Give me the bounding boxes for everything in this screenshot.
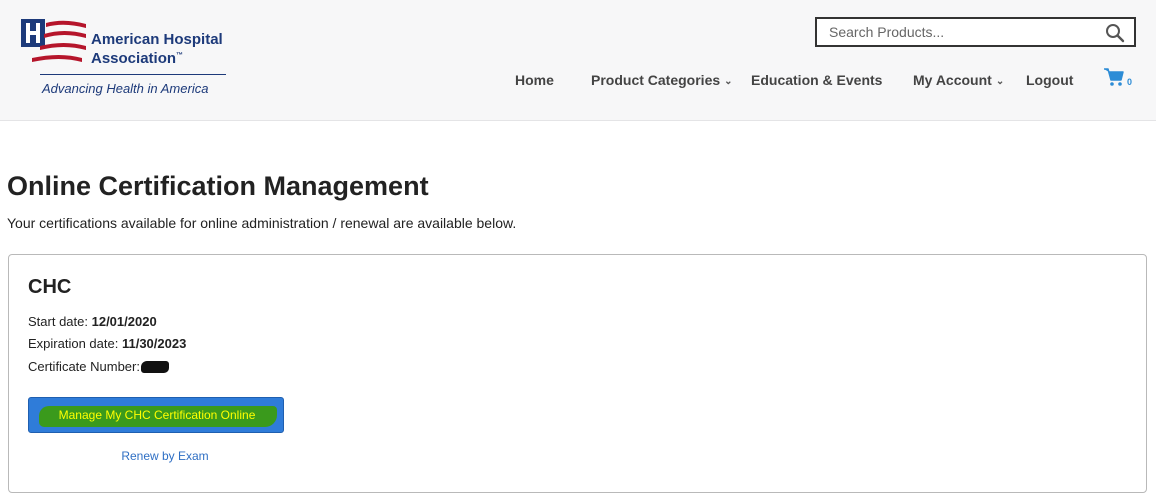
manage-certification-label: Manage My CHC Certification Online: [58, 408, 256, 422]
page-title: Online Certification Management: [7, 171, 429, 201]
chevron-down-icon: ⌄: [724, 76, 733, 87]
manage-certification-button[interactable]: Manage My CHC Certification Online: [28, 397, 284, 433]
nav-education-events[interactable]: Education & Events: [751, 71, 882, 89]
start-date-value: 12/01/2020: [91, 314, 157, 329]
logo-name: American Hospital Association™: [91, 31, 223, 67]
site-header: American Hospital Association™ Advancing…: [0, 0, 1156, 121]
aha-logo-icon: [21, 19, 86, 62]
expiration-date-value: 11/30/2023: [121, 336, 187, 351]
nav-my-account[interactable]: My Account ⌄: [913, 71, 1004, 91]
start-date-label: Start date:: [28, 314, 88, 329]
search-box: [815, 17, 1136, 47]
nav-logout[interactable]: Logout: [1026, 71, 1073, 89]
main-nav: Home Product Categories ⌄ Education & Eve…: [0, 71, 1156, 91]
chevron-down-icon: ⌄: [995, 76, 1005, 87]
page-intro: Your certifications available for online…: [7, 215, 517, 231]
search-input[interactable]: [817, 19, 1097, 45]
certificate-number-label: Certificate Number:: [28, 359, 140, 374]
cart-count: 0: [1127, 77, 1133, 87]
certification-card: CHC Start date: 12/01/2020 Expiration da…: [8, 254, 1147, 493]
search-icon[interactable]: [1105, 23, 1125, 43]
expiration-date-row: Expiration date: 11/30/2023: [28, 336, 186, 351]
nav-product-categories[interactable]: Product Categories ⌄: [591, 71, 733, 91]
renew-by-exam-link[interactable]: Renew by Exam: [28, 449, 302, 463]
redacted-certificate-number: [140, 361, 169, 373]
nav-product-categories-label: Product Categories: [591, 72, 721, 88]
expiration-date-label: Expiration date:: [28, 336, 119, 351]
cart-icon: [1104, 68, 1124, 86]
nav-home[interactable]: Home: [515, 71, 554, 89]
start-date-row: Start date: 12/01/2020: [28, 314, 157, 329]
cart-button[interactable]: 0: [1103, 67, 1135, 89]
nav-my-account-label: My Account: [913, 72, 992, 88]
certificate-number-row: Certificate Number:: [28, 359, 169, 374]
certification-name: CHC: [28, 276, 72, 298]
